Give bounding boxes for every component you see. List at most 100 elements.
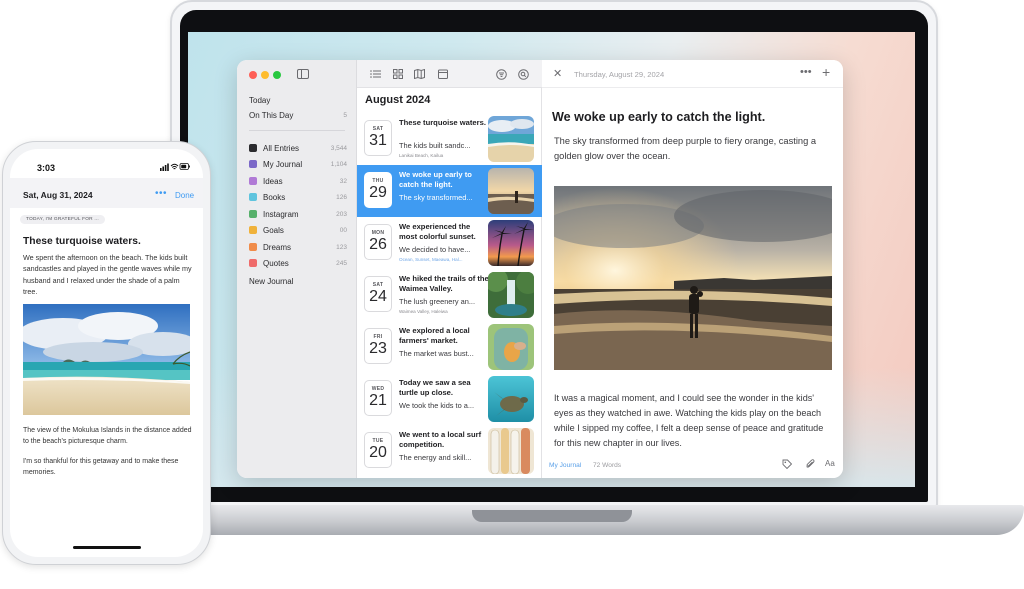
entry-title-heading[interactable]: We woke up early to catch the light.	[552, 110, 832, 124]
add-entry-icon[interactable]: +	[822, 64, 830, 80]
entry-title: We explored a local farmers' market.	[399, 326, 470, 345]
entry-row-selected[interactable]: THU 29 We woke up early to catch the lig…	[357, 165, 542, 217]
status-icons	[160, 162, 190, 173]
entry-location: Waimea Valley, Haleiwa	[399, 309, 448, 314]
entry-date-badge: MON 26	[364, 224, 392, 260]
sidebar-item-label: Quotes	[263, 258, 289, 268]
entry-snippet: The sky transformed...	[399, 193, 473, 202]
entry-row[interactable]: TUE 20 We went to a local surf competiti…	[357, 425, 542, 477]
entry-title: We hiked the trails of the Waimea Valley…	[399, 274, 489, 293]
entry-row[interactable]: FRI 23 We explored a local farmers' mark…	[357, 321, 542, 373]
entry-title: Today we saw a sea turtle up close.	[399, 378, 471, 397]
calendar-view-icon[interactable]	[437, 69, 448, 79]
journal-link[interactable]: My Journal	[549, 462, 581, 469]
entry-thumbnail-sunset	[488, 168, 534, 214]
sidebar-item-count: 32	[339, 177, 347, 185]
entry-location: Lanikai Beach, Kailua	[399, 153, 444, 158]
sidebar-item-count: 00	[339, 226, 347, 234]
entry-day: 31	[369, 132, 387, 149]
entry-snippet: The lush greenery an...	[399, 297, 476, 306]
sidebar-item-dreams[interactable]: Dreams 123	[249, 240, 347, 254]
entry-row[interactable]: SAT 24 We hiked the trails of the Waimea…	[357, 269, 542, 321]
sidebar-item-count: 245	[336, 259, 347, 267]
entry-body-paragraph[interactable]: It was a magical moment, and I could see…	[554, 391, 834, 451]
sidebar-item-count: 203	[336, 210, 347, 218]
sidebar-item-books[interactable]: Books 126	[249, 190, 347, 204]
new-journal-button[interactable]: New Journal	[249, 274, 347, 288]
entry-thumbnail-palms	[488, 220, 534, 266]
entry-thumbnail-market	[488, 324, 534, 370]
laptop-notch	[472, 510, 632, 522]
status-time: 3:03	[37, 163, 56, 173]
marketing-stage: Today On This Day 5 All Entries 3,544 My…	[0, 0, 1024, 589]
entry-date-badge: WED 21	[364, 380, 392, 416]
sidebar-item-goals[interactable]: Goals 00	[249, 223, 347, 237]
sidebar-item-count: 126	[336, 193, 347, 201]
entry-thumbnail-surfboards	[488, 428, 534, 474]
entry-photo[interactable]	[554, 186, 832, 370]
search-icon[interactable]	[518, 69, 529, 80]
minimize-window-button[interactable]	[261, 71, 269, 79]
entry-date-badge: TUE 20	[364, 432, 392, 468]
entry-thumbnail-beach	[488, 116, 534, 162]
grid-view-icon[interactable]	[392, 69, 403, 79]
entry-date-badge: FRI 23	[364, 328, 392, 364]
entry-row[interactable]: SAT 31 These turquoise waters. The kids …	[357, 113, 542, 165]
sidebar: Today On This Day 5 All Entries 3,544 My…	[237, 60, 357, 478]
sidebar-item-count: 3,544	[330, 144, 347, 152]
sidebar-item-label: Dreams	[263, 242, 292, 252]
phone-entry-paragraph[interactable]: I'm so thankful for this getaway and to …	[23, 456, 195, 478]
filter-icon[interactable]	[496, 69, 507, 80]
gratitude-prompt-chip[interactable]: TODAY, I'M GRATEFUL FOR ...	[20, 215, 105, 224]
sidebar-divider	[249, 130, 345, 131]
entry-title: We experienced the most colorful sunset.	[399, 222, 476, 241]
zoom-window-button[interactable]	[273, 71, 281, 79]
attachment-icon[interactable]	[805, 459, 815, 471]
journal-app-window: Today On This Day 5 All Entries 3,544 My…	[237, 60, 843, 478]
phone-entry-photo[interactable]	[23, 304, 190, 415]
entry-row[interactable]: WED 21 Today we saw a sea turtle up clos…	[357, 373, 542, 425]
sidebar-item-label: Books	[263, 192, 286, 202]
home-indicator[interactable]	[73, 546, 141, 549]
sidebar-item-today[interactable]: Today	[249, 93, 347, 107]
entry-day: 20	[369, 444, 387, 461]
month-header: August 2024	[365, 94, 431, 106]
tag-icon[interactable]	[782, 459, 793, 471]
map-view-icon[interactable]	[414, 68, 425, 80]
phone-screen: 3:03 Sat, Aug 31, 2024 ••• Done TODAY, I…	[10, 149, 203, 557]
entry-body-paragraph[interactable]: The sky transformed from deep purple to …	[554, 134, 830, 164]
sidebar-item-label: On This Day	[249, 110, 294, 120]
sidebar-item-on-this-day[interactable]: On This Day 5	[249, 108, 347, 122]
entry-title: These turquoise waters.	[399, 118, 486, 127]
entry-snippet: We took the kids to a...	[399, 401, 475, 410]
sidebar-item-label: All Entries	[263, 143, 300, 153]
journal-color-swatch	[249, 243, 257, 251]
sidebar-item-instagram[interactable]: Instagram 203	[249, 207, 347, 221]
sidebar-item-count: 1,104	[330, 160, 347, 168]
entry-thumbnail-waterfall	[488, 272, 534, 318]
more-options-icon[interactable]: •••	[800, 66, 812, 78]
phone-entry-date: Sat, Aug 31, 2024	[23, 190, 93, 200]
entry-thumbnail-turtle	[488, 376, 534, 422]
more-options-icon[interactable]: •••	[155, 188, 167, 199]
entry-date-badge: SAT 31	[364, 120, 392, 156]
sidebar-item-ideas[interactable]: Ideas 32	[249, 174, 347, 188]
text-format-button[interactable]: Aa	[825, 459, 835, 468]
word-count: 72 Words	[593, 462, 622, 469]
close-window-button[interactable]	[249, 71, 257, 79]
entry-row[interactable]: MON 26 We experienced the most colorful …	[357, 217, 542, 269]
list-view-icon[interactable]	[370, 69, 381, 79]
phone-entry-paragraph[interactable]: The view of the Mokulua Islands in the d…	[23, 425, 195, 447]
entry-title: We woke up early to catch the light.	[399, 170, 472, 189]
entry-day: 21	[369, 392, 387, 409]
sidebar-item-my-journal[interactable]: My Journal 1,104	[249, 157, 347, 171]
close-icon[interactable]: ✕	[553, 67, 562, 80]
sidebar-toggle-icon[interactable]	[297, 69, 309, 79]
phone-entry-paragraph[interactable]: We spent the afternoon on the beach. The…	[23, 252, 195, 298]
sidebar-item-count: 5	[343, 111, 347, 119]
sidebar-item-all-entries[interactable]: All Entries 3,544	[249, 141, 347, 155]
sidebar-item-quotes[interactable]: Quotes 245	[249, 256, 347, 270]
phone-entry-title[interactable]: These turquoise waters.	[23, 236, 141, 247]
done-button[interactable]: Done	[175, 191, 194, 200]
journal-color-swatch	[249, 160, 257, 168]
